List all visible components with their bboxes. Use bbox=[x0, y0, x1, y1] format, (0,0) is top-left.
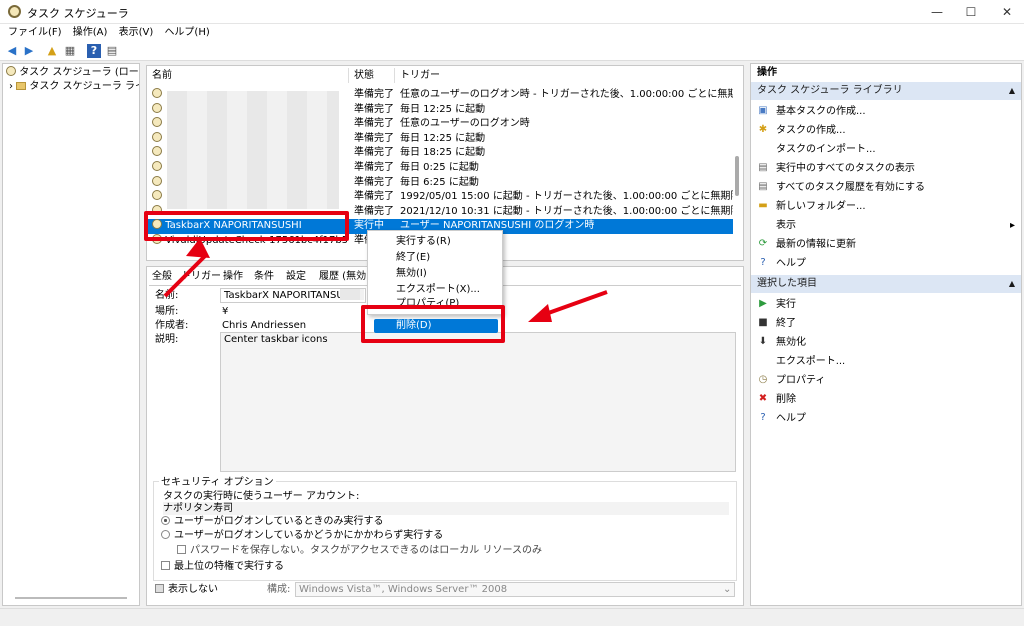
arrow-line-right bbox=[539, 290, 608, 318]
arrow-line-left bbox=[163, 254, 207, 298]
annotation-arrows bbox=[163, 238, 608, 322]
arrowhead-left-icon bbox=[186, 238, 210, 258]
arrowhead-right-icon bbox=[528, 304, 552, 322]
status-bar bbox=[0, 608, 1024, 626]
